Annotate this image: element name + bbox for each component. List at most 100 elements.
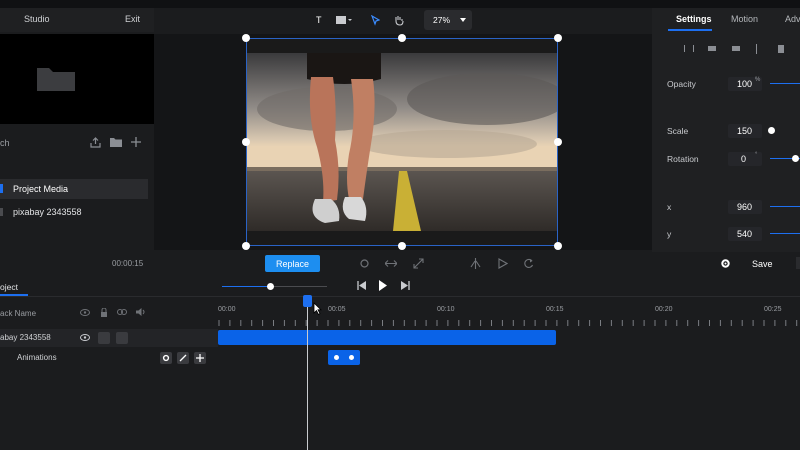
resize-handle-ml[interactable] xyxy=(242,138,250,146)
tick-label: 00:25 xyxy=(764,306,782,313)
eye-icon[interactable] xyxy=(80,309,90,316)
refresh-icon[interactable] xyxy=(523,258,534,269)
split-icon[interactable] xyxy=(470,258,481,269)
tick-label: 00:10 xyxy=(437,306,455,313)
mouse-cursor-icon xyxy=(313,302,322,315)
link-icon[interactable] xyxy=(117,308,127,316)
keyframe-dot[interactable] xyxy=(334,355,339,360)
y-slider[interactable] xyxy=(770,233,800,234)
x-field[interactable]: 960 xyxy=(728,200,762,214)
timeline-ruler[interactable] xyxy=(218,320,800,328)
tick-label: 00:00 xyxy=(218,306,236,313)
volume-slider-track[interactable] xyxy=(272,286,327,287)
add-animation-button[interactable] xyxy=(194,352,206,364)
track-name-header: ack Name xyxy=(0,309,37,318)
skip-back-icon[interactable] xyxy=(357,281,366,290)
play-icon[interactable] xyxy=(378,280,388,291)
scale-slider-knob[interactable] xyxy=(768,127,775,134)
add-icon[interactable] xyxy=(131,137,141,147)
more-button-edge[interactable] xyxy=(796,257,800,269)
resize-handle-mr[interactable] xyxy=(554,138,562,146)
folder-icon xyxy=(37,68,75,91)
video-track-clip[interactable] xyxy=(218,330,556,345)
skip-forward-icon[interactable] xyxy=(401,281,410,290)
tab-motion[interactable]: Motion xyxy=(731,14,758,24)
y-field[interactable]: 540 xyxy=(728,227,762,241)
align-left-icon[interactable] xyxy=(684,45,694,52)
video-preview[interactable] xyxy=(246,38,558,246)
select-tool-icon[interactable] xyxy=(371,15,380,26)
x-value: 960 xyxy=(737,202,753,212)
scale-label: Scale xyxy=(667,126,689,136)
opacity-label: Opacity xyxy=(667,79,696,89)
align-right-icon[interactable] xyxy=(732,46,740,51)
resize-handle-tl[interactable] xyxy=(242,34,250,42)
lock-icon[interactable] xyxy=(100,308,108,317)
exit-button[interactable]: Exit xyxy=(125,14,140,24)
zoom-select[interactable]: 27% xyxy=(424,10,472,30)
opacity-slider[interactable] xyxy=(770,83,800,84)
settings-icon[interactable] xyxy=(359,258,370,269)
track-lock-button[interactable] xyxy=(98,332,110,344)
list-item-pixabay[interactable]: pixabay 2343558 xyxy=(0,202,148,222)
rotation-slider-knob[interactable] xyxy=(792,155,799,162)
animation-keyframes[interactable] xyxy=(328,350,360,365)
rotation-label: Rotation xyxy=(667,154,699,164)
rotation-field[interactable]: 0 ° xyxy=(728,152,762,166)
x-slider[interactable] xyxy=(770,206,800,207)
tab-project[interactable]: oject xyxy=(0,282,18,292)
resize-handle-br[interactable] xyxy=(554,242,562,250)
studio-tab[interactable]: Studio xyxy=(24,14,50,24)
track-link-button[interactable] xyxy=(116,332,128,344)
animation-settings-button[interactable] xyxy=(160,352,172,364)
timeline-divider xyxy=(0,296,800,297)
zoom-value: 27% xyxy=(433,15,451,25)
text-tool-icon[interactable]: T xyxy=(316,15,322,25)
selection-marker xyxy=(0,184,3,193)
upload-icon[interactable] xyxy=(90,137,101,148)
track-eye-icon[interactable] xyxy=(80,334,90,341)
tick-label: 00:05 xyxy=(328,306,346,313)
opacity-value: 100 xyxy=(737,79,753,89)
audio-icon[interactable] xyxy=(136,308,146,316)
align-center-icon[interactable] xyxy=(708,46,716,51)
resize-handle-bl[interactable] xyxy=(242,242,250,250)
resize-handle-bc[interactable] xyxy=(398,242,406,250)
y-value: 540 xyxy=(737,229,753,239)
rotation-value: 0 xyxy=(741,154,747,164)
new-folder-icon[interactable] xyxy=(110,137,122,147)
align-toolbar xyxy=(684,44,800,54)
shape-tool-icon[interactable] xyxy=(336,16,352,25)
tab-settings[interactable]: Settings xyxy=(676,14,712,24)
opacity-field[interactable]: 100 % xyxy=(728,77,762,91)
keyframe-dot[interactable] xyxy=(349,355,354,360)
chevron-down-icon xyxy=(460,18,466,22)
resize-handle-tr[interactable] xyxy=(554,34,562,42)
volume-slider-knob[interactable] xyxy=(267,283,274,290)
y-label: y xyxy=(667,229,672,239)
align-top-icon[interactable] xyxy=(756,44,757,54)
top-bar xyxy=(0,0,800,8)
playhead-line xyxy=(307,300,308,450)
scale-field[interactable]: 150 xyxy=(728,124,762,138)
save-button[interactable]: Save xyxy=(752,259,773,269)
volume-slider-fill[interactable] xyxy=(222,286,272,287)
gear-icon[interactable] xyxy=(720,258,731,269)
flip-horizontal-icon[interactable] xyxy=(385,259,397,268)
item-marker xyxy=(0,208,3,216)
resize-handle-tc[interactable] xyxy=(398,34,406,42)
percent-symbol: % xyxy=(755,77,761,83)
tab-advanced[interactable]: Adv xyxy=(785,14,800,24)
expand-icon[interactable] xyxy=(413,258,424,269)
scale-value: 150 xyxy=(737,126,753,136)
track-label: abay 2343558 xyxy=(0,333,51,342)
play-range-icon[interactable] xyxy=(497,258,508,269)
playhead-handle[interactable] xyxy=(303,295,312,307)
plus-icon xyxy=(196,354,204,362)
replace-button[interactable]: Replace xyxy=(265,255,320,272)
search-row[interactable]: ch xyxy=(0,134,154,152)
hand-tool-icon[interactable] xyxy=(394,15,404,26)
list-item-project-media[interactable]: Project Media xyxy=(0,179,148,199)
animation-edit-button[interactable] xyxy=(177,352,189,364)
align-middle-icon[interactable] xyxy=(778,45,784,53)
